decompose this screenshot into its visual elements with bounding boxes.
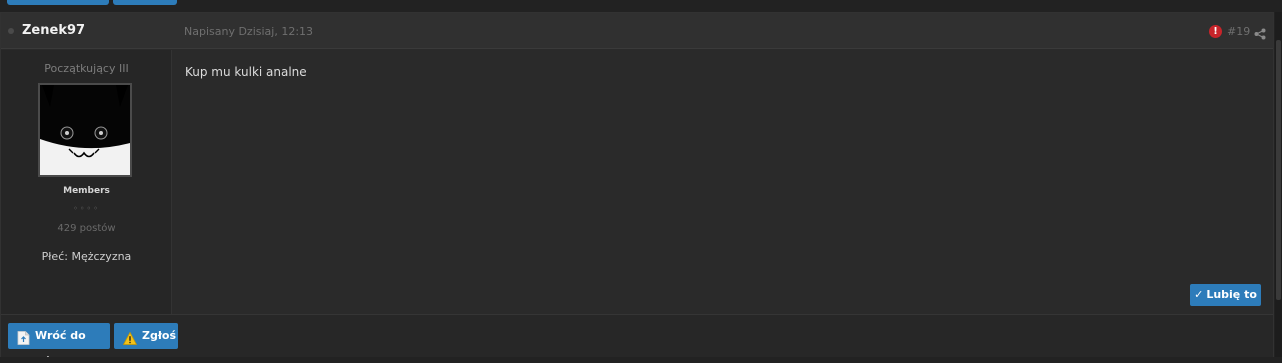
scrollbar-thumb[interactable]: [1276, 40, 1281, 300]
rank-pips: ◦◦◦◦: [73, 204, 100, 213]
like-label: Lubię to: [1206, 288, 1257, 301]
author-gender: Płeć: Mężczyzna: [41, 250, 132, 263]
report-label: Zgłoś: [142, 329, 177, 342]
author-group: Members: [63, 186, 110, 196]
forum-post: Zenek97 Napisany Dzisiaj, 12:13 ! #19 Po…: [0, 12, 1274, 363]
prev-post-back-to-top-button[interactable]: [7, 0, 109, 5]
share-icon[interactable]: [1254, 25, 1266, 40]
back-to-top-button[interactable]: Wróć do góry: [8, 323, 110, 363]
author-post-count: 429 postów: [57, 223, 116, 234]
post-footer: Wróć do góry Zgłoś: [1, 314, 1273, 363]
bottom-strip: [0, 357, 1282, 363]
top-strip: [0, 0, 1282, 12]
post-header: Zenek97 Napisany Dzisiaj, 12:13 ! #19: [1, 13, 1273, 49]
post-content: Kup mu kulki analne: [185, 65, 307, 79]
posted-date: Napisany Dzisiaj, 12:13: [184, 25, 314, 38]
warning-icon: [122, 329, 138, 345]
report-icon[interactable]: !: [1209, 25, 1222, 38]
avatar[interactable]: [38, 83, 132, 177]
like-button[interactable]: ✓ Lubię to: [1190, 284, 1261, 306]
author-panel: Początkujący III Members ◦◦◦◦ 429 postów…: [1, 50, 172, 314]
author-username[interactable]: Zenek97: [22, 23, 85, 38]
check-icon: ✓: [1194, 288, 1204, 301]
document-icon: [17, 329, 30, 345]
author-rank: Początkujący III: [44, 62, 129, 75]
online-status-icon: [8, 28, 14, 34]
post-number[interactable]: #19: [1227, 25, 1250, 38]
report-button[interactable]: Zgłoś: [114, 323, 178, 349]
prev-post-report-button[interactable]: [113, 0, 177, 5]
